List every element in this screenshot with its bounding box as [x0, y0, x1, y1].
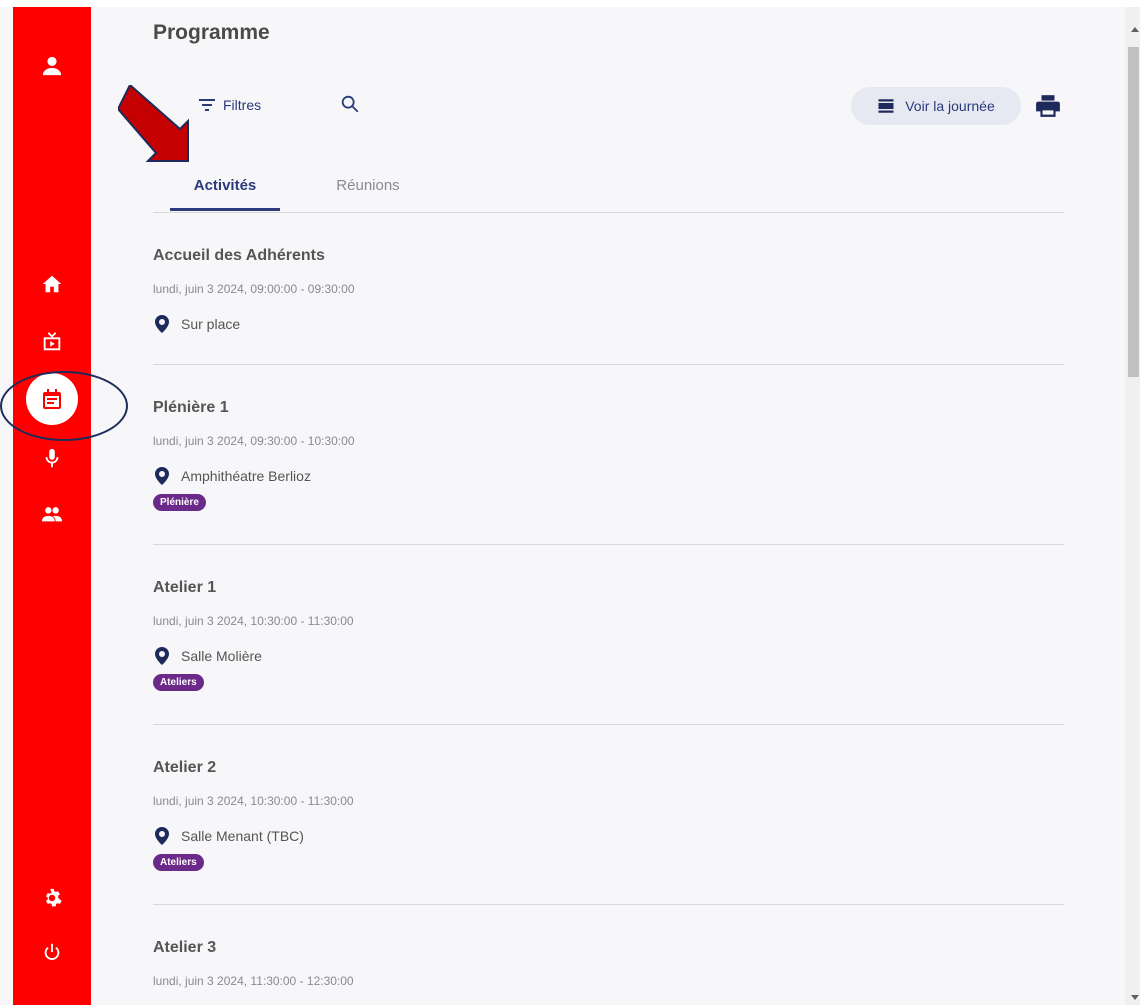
filter-icon	[199, 99, 215, 111]
item-title: Atelier 2	[153, 759, 217, 776]
tab-reunions[interactable]: Réunions	[323, 177, 413, 208]
sidebar	[13, 7, 91, 1005]
item-date: lundi, juin 3 2024, 10:30:00 - 11:30:00	[153, 794, 354, 808]
list-item[interactable]: Plénière 1 lundi, juin 3 2024, 09:30:00 …	[153, 365, 1064, 545]
location-label: Amphithéatre Berlioz	[181, 468, 311, 484]
list-item[interactable]: Atelier 3 lundi, juin 3 2024, 11:30:00 -…	[153, 905, 1064, 1005]
print-button[interactable]	[1035, 93, 1061, 119]
home-icon[interactable]	[37, 269, 67, 299]
scroll-down-arrow-icon[interactable]	[1131, 995, 1139, 1000]
item-date: lundi, juin 3 2024, 11:30:00 - 12:30:00	[153, 974, 354, 988]
item-location: Salle Molière	[153, 647, 262, 665]
list-item[interactable]: Atelier 2 lundi, juin 3 2024, 10:30:00 -…	[153, 725, 1064, 905]
item-title: Atelier 1	[153, 579, 217, 596]
location-pin-icon	[155, 467, 169, 485]
tab-activites[interactable]: Activités	[170, 177, 280, 211]
app-page: Programme Filtres Voir la journée Activi…	[0, 7, 1140, 1005]
annotation-ellipse	[0, 371, 128, 441]
item-location: Salle Menant (TBC)	[153, 827, 304, 845]
location-label: Salle Molière	[181, 648, 262, 664]
printer-icon	[1036, 95, 1060, 117]
view-day-label: Voir la journée	[905, 98, 995, 114]
user-icon[interactable]	[37, 51, 67, 81]
scrollbar-thumb[interactable]	[1128, 47, 1139, 377]
item-title: Accueil des Adhérents	[153, 247, 325, 264]
gear-icon[interactable]	[37, 883, 67, 913]
tv-icon[interactable]	[37, 327, 67, 357]
item-location: Sur place	[153, 315, 240, 333]
item-title: Atelier 3	[153, 939, 217, 956]
page-title: Programme	[153, 21, 270, 44]
power-icon[interactable]	[37, 937, 67, 967]
category-tag: Ateliers	[153, 854, 204, 871]
list-item[interactable]: Atelier 1 lundi, juin 3 2024, 10:30:00 -…	[153, 545, 1064, 725]
filter-label: Filtres	[223, 97, 262, 113]
people-icon[interactable]	[37, 499, 67, 529]
location-pin-icon	[155, 827, 169, 845]
location-label: Sur place	[181, 316, 241, 332]
filter-button[interactable]: Filtres	[199, 97, 261, 113]
item-date: lundi, juin 3 2024, 09:00:00 - 09:30:00	[153, 282, 355, 296]
search-icon	[341, 95, 359, 113]
scroll-up-arrow-icon[interactable]	[1131, 27, 1139, 32]
category-tag: Ateliers	[153, 674, 204, 691]
item-date: lundi, juin 3 2024, 09:30:00 - 10:30:00	[153, 434, 355, 448]
category-tag: Plénière	[153, 494, 206, 511]
location-pin-icon	[155, 647, 169, 665]
tabs: Activités Réunions	[153, 167, 1064, 213]
item-title: Plénière 1	[153, 399, 229, 416]
location-pin-icon	[155, 315, 169, 333]
view-day-button[interactable]: Voir la journée	[851, 87, 1021, 125]
location-label: Salle Menant (TBC)	[181, 828, 304, 844]
list-item[interactable]: Accueil des Adhérents lundi, juin 3 2024…	[153, 213, 1064, 365]
item-date: lundi, juin 3 2024, 10:30:00 - 11:30:00	[153, 614, 354, 628]
microphone-icon[interactable]	[37, 443, 67, 473]
item-location: Amphithéatre Berlioz	[153, 467, 311, 485]
annotation-arrow-icon	[118, 85, 189, 162]
search-button[interactable]	[339, 93, 361, 115]
activity-list: Accueil des Adhérents lundi, juin 3 2024…	[153, 213, 1064, 1005]
view-day-icon	[878, 99, 894, 113]
